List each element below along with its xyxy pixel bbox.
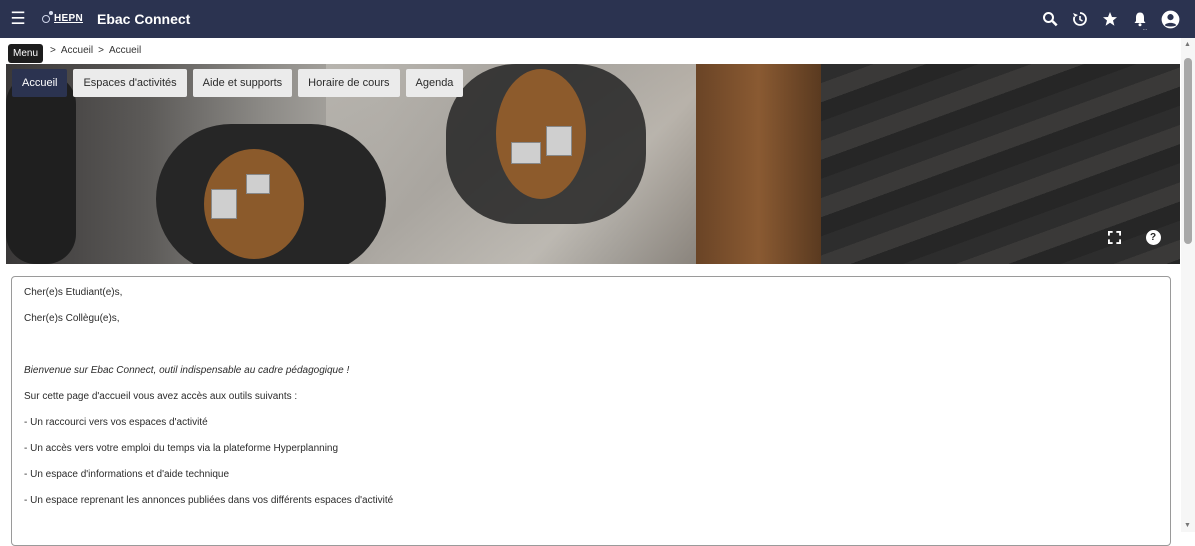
menu-tooltip: Menu (8, 44, 44, 63)
breadcrumb-separator: > (50, 45, 56, 56)
breadcrumb-item-current: Accueil (108, 45, 142, 56)
tab-aide-supports[interactable]: Aide et supports (192, 69, 293, 97)
history-icon[interactable] (1065, 0, 1095, 38)
scrollbar-thumb[interactable] (1184, 58, 1192, 244)
tab-horaire-cours[interactable]: Horaire de cours (298, 69, 400, 97)
help-glyph: ? (1145, 229, 1161, 245)
list-item: - Un raccourci vers vos espaces d'activi… (24, 417, 208, 428)
app-title[interactable]: Ebac Connect (97, 11, 190, 27)
fullscreen-icon[interactable] (1103, 226, 1125, 248)
welcome-message-panel: Cher(e)s Etudiant(e)s, Cher(e)s Collègu(… (11, 276, 1171, 546)
banner-photo-laptop (546, 126, 572, 156)
scroll-up-icon[interactable]: ▲ (1184, 41, 1191, 48)
banner-photo-laptop (211, 189, 237, 219)
tab-agenda[interactable]: Agenda (405, 69, 464, 97)
list-item: - Un espace reprenant les annonces publi… (24, 495, 394, 506)
list-item: - Un espace d'informations et d'aide tec… (24, 469, 230, 480)
welcome-text: Bienvenue sur Ebac Connect, outil indisp… (24, 365, 350, 376)
top-navbar: ☰ HEPN Ebac Connect ... (0, 0, 1195, 38)
tab-accueil[interactable]: Accueil (12, 69, 68, 97)
list-item: - Un accès vers votre emploi du temps vi… (24, 443, 339, 454)
hero-banner: Accueil Espaces d'activités Aide et supp… (6, 64, 1180, 264)
tab-espaces-activites[interactable]: Espaces d'activités (73, 69, 187, 97)
page-scrollbar[interactable]: ▲ ▼ (1181, 38, 1195, 532)
bell-badge: ... (1142, 26, 1147, 32)
hamburger-icon[interactable]: ☰ (0, 0, 36, 38)
banner-photo-couch (6, 74, 76, 264)
breadcrumb-item-home[interactable]: Accueil (61, 45, 93, 56)
breadcrumb-separator: > (98, 45, 104, 56)
banner-photo-floor (821, 64, 1180, 264)
intro-text: Sur cette page d'accueil vous avez accès… (24, 391, 298, 402)
logo-mark-icon (42, 11, 53, 23)
top-icon-group: ... (1035, 0, 1185, 38)
banner-photo-laptop (246, 174, 270, 194)
bell-icon[interactable]: ... (1125, 0, 1155, 38)
banner-photo-laptop (511, 142, 541, 164)
user-icon[interactable] (1155, 0, 1185, 38)
greeting-students: Cher(e)s Etudiant(e)s, (24, 287, 123, 298)
banner-tabs: Accueil Espaces d'activités Aide et supp… (12, 69, 464, 97)
breadcrumb: > Accueil > Accueil (50, 45, 141, 56)
banner-photo-table (496, 69, 586, 199)
logo[interactable]: HEPN (42, 7, 83, 31)
scroll-down-icon[interactable]: ▼ (1184, 522, 1191, 529)
greeting-colleagues: Cher(e)s Collègu(e)s, (24, 313, 120, 324)
star-icon[interactable] (1095, 0, 1125, 38)
banner-photo-wood (696, 64, 821, 264)
help-icon[interactable]: ? (1142, 226, 1164, 248)
logo-text: HEPN (54, 13, 83, 24)
search-icon[interactable] (1035, 0, 1065, 38)
